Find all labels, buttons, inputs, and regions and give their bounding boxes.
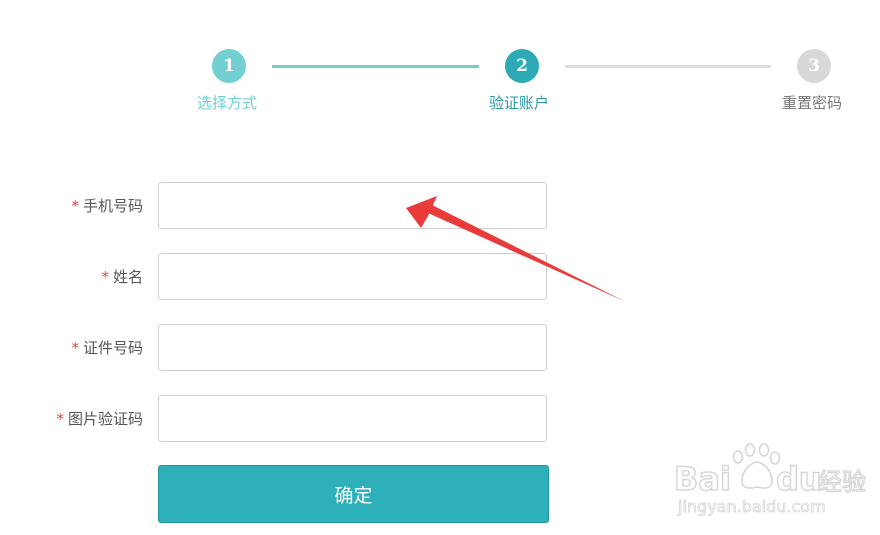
reset-password-page: 1 选择方式 2 验证账户 3 重置密码 * 手机号码 * 姓名 * 证件号码 * 图片…: [0, 0, 880, 535]
baidu-jingyan-watermark: Bai du 经验 jingyan.baidu.com: [673, 443, 867, 516]
watermark-brand-du: du: [776, 460, 822, 498]
watermark-brand-cn: 经验: [818, 468, 866, 496]
arrow-shaft: [428, 205, 626, 302]
watermark-brand-latin: Bai: [674, 460, 731, 498]
watermark-url: jingyan.baidu.com: [677, 497, 826, 516]
paw-icon: [732, 443, 781, 489]
